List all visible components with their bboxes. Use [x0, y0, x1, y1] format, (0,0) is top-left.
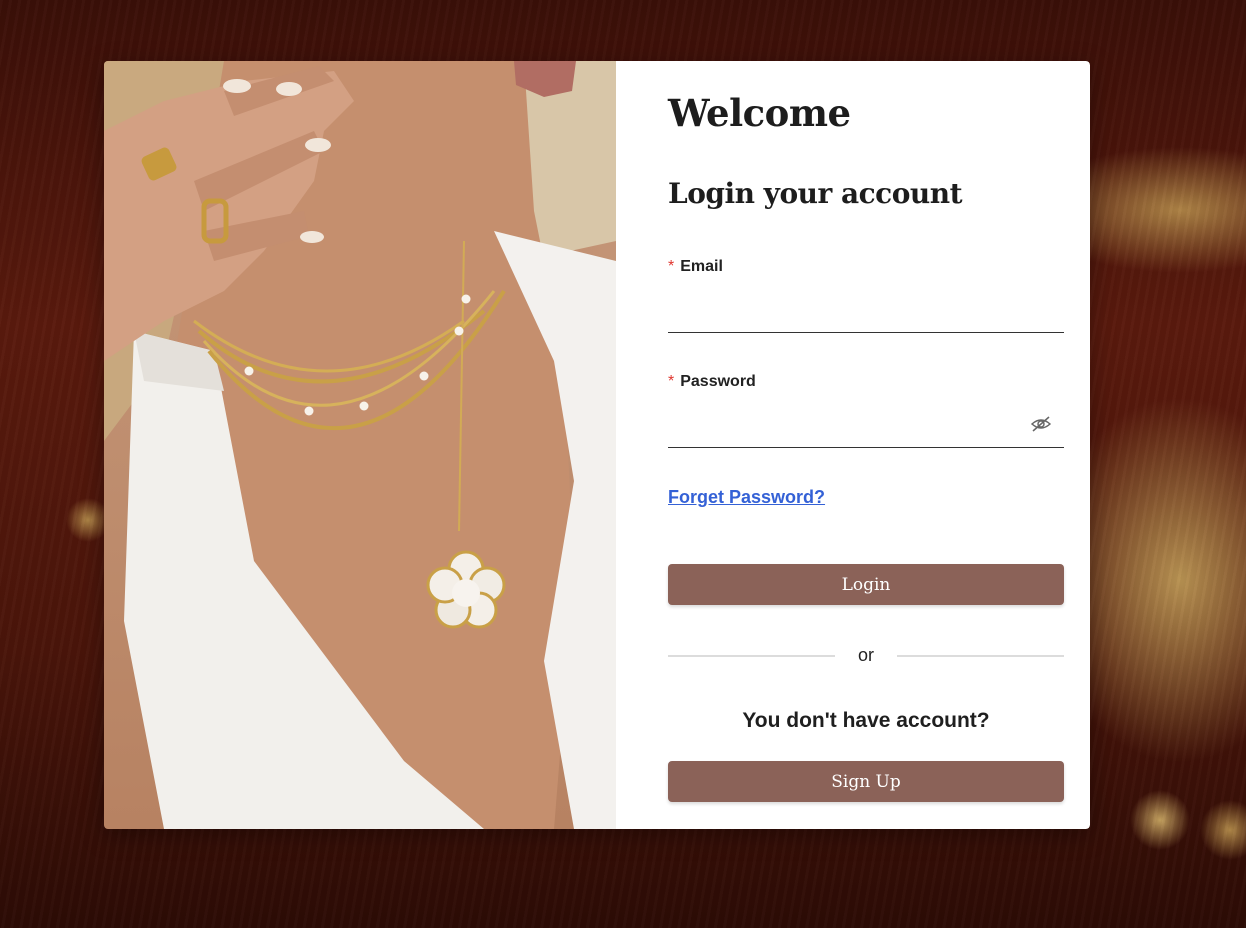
welcome-title: Welcome: [668, 91, 851, 135]
model-jewelry-photo: [104, 61, 616, 829]
login-card: Welcome Login your account * Email * Passw…: [104, 61, 1090, 829]
password-input[interactable]: [668, 417, 1064, 448]
login-panel: Welcome Login your account * Email * Passw…: [616, 61, 1090, 829]
email-input[interactable]: [668, 302, 1064, 333]
login-button[interactable]: Login: [668, 564, 1064, 605]
forget-password-link[interactable]: Forget Password?: [668, 487, 825, 508]
password-required-mark: *: [668, 373, 675, 390]
no-account-text: You don't have account?: [742, 709, 990, 732]
password-label: * Password: [668, 373, 756, 391]
email-required-mark: *: [668, 258, 675, 275]
email-label-text: Email: [680, 258, 723, 275]
login-heading: Login your account: [668, 177, 963, 210]
password-label-text: Password: [680, 373, 756, 390]
email-label: * Email: [668, 258, 723, 276]
divider-line-right: [897, 655, 1064, 657]
model-photo-illustration: [104, 61, 616, 829]
eye-slash-icon[interactable]: [1030, 415, 1052, 433]
signup-button[interactable]: Sign Up: [668, 761, 1064, 802]
or-divider: or: [668, 645, 1064, 667]
